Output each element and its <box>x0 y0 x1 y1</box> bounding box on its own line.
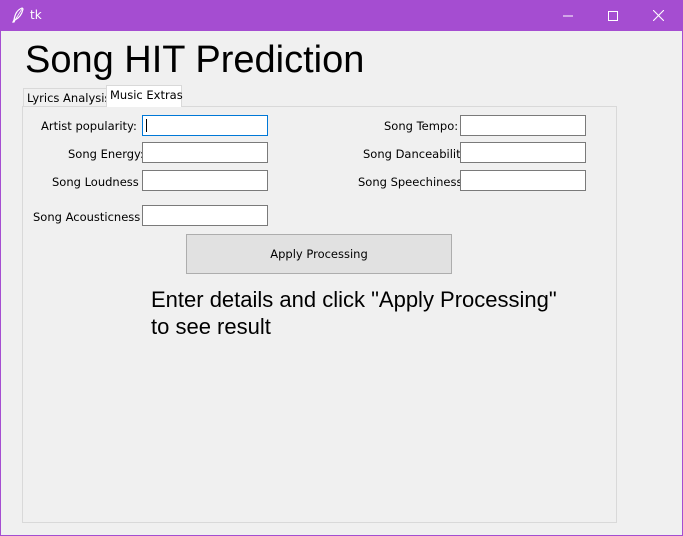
result-line-2: to see result <box>151 314 271 339</box>
minimize-button[interactable] <box>545 0 591 31</box>
music-extras-panel: Artist popularity: Song Energy: Song Lou… <box>22 106 617 523</box>
result-line-1: Enter details and click "Apply Processin… <box>151 287 557 312</box>
song-loudness-input[interactable] <box>142 170 268 192</box>
song-acousticness-field[interactable] <box>143 207 267 227</box>
song-loudness-label: Song Loudness <box>52 175 139 189</box>
song-danceability-field[interactable] <box>461 144 585 164</box>
song-energy-field[interactable] <box>143 144 267 164</box>
feather-icon <box>11 7 25 23</box>
apply-processing-button[interactable]: Apply Processing <box>186 234 452 274</box>
song-energy-label: Song Energy: <box>68 147 144 161</box>
song-danceability-input[interactable] <box>460 142 586 164</box>
artist-popularity-input[interactable] <box>142 115 268 137</box>
window-title: tk <box>30 8 42 22</box>
text-caret <box>146 119 147 132</box>
close-button[interactable] <box>635 0 681 31</box>
song-danceability-label: Song Danceability <box>363 147 468 161</box>
title-bar[interactable]: tk <box>0 0 683 31</box>
tab-music-extras[interactable]: Music Extras <box>106 85 183 107</box>
artist-popularity-label: Artist popularity: <box>41 119 137 133</box>
song-tempo-field[interactable] <box>461 117 585 137</box>
song-acousticness-label: Song Acousticness <box>33 210 141 224</box>
app-window: tk Song HIT Prediction Lyrics Analysis M… <box>0 0 683 536</box>
song-loudness-field[interactable] <box>143 172 267 192</box>
song-energy-input[interactable] <box>142 142 268 164</box>
song-speechiness-field[interactable] <box>461 172 585 192</box>
song-tempo-input[interactable] <box>460 115 586 137</box>
client-area: Song HIT Prediction Lyrics Analysis Musi… <box>1 31 682 535</box>
song-tempo-label: Song Tempo: <box>384 119 459 133</box>
maximize-icon <box>608 6 618 25</box>
apply-processing-label: Apply Processing <box>270 247 368 261</box>
song-acousticness-input[interactable] <box>142 205 268 227</box>
song-speechiness-input[interactable] <box>460 170 586 192</box>
minimize-icon <box>563 6 573 25</box>
song-speechiness-label: Song Speechiness: <box>358 175 467 189</box>
result-message: Enter details and click "Apply Processin… <box>151 286 617 340</box>
maximize-button[interactable] <box>590 0 636 31</box>
page-title: Song HIT Prediction <box>25 39 365 81</box>
artist-popularity-field[interactable] <box>143 117 267 137</box>
close-icon <box>652 6 664 25</box>
